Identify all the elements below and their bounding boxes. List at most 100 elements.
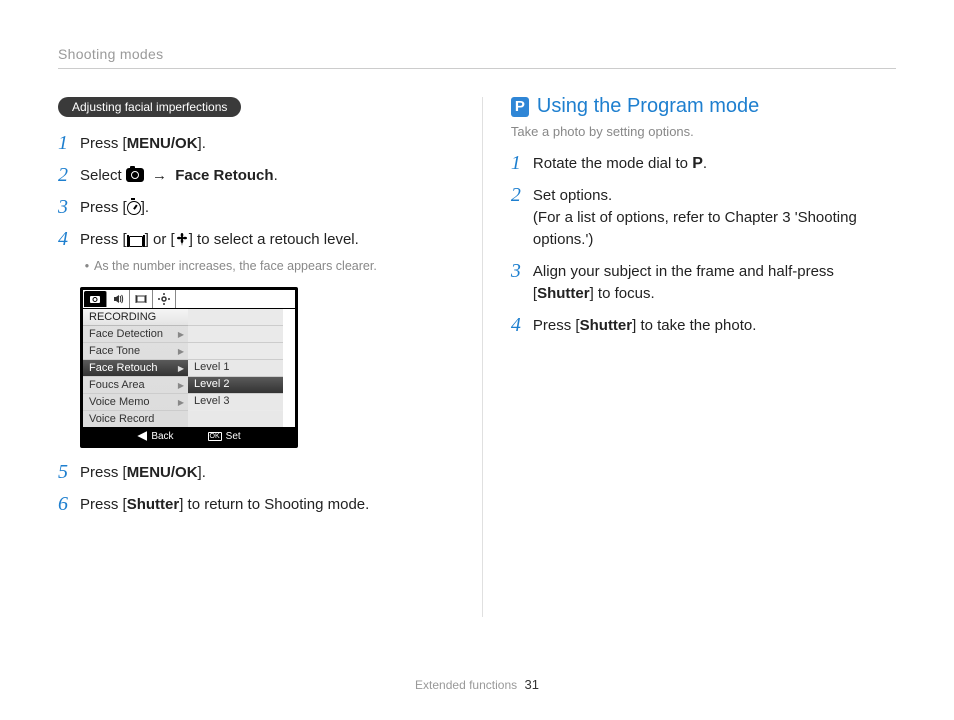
step-text: Press [MENU/OK]. xyxy=(80,462,206,484)
step-text: Press [Shutter] to return to Shooting mo… xyxy=(80,494,369,516)
step-number: 3 xyxy=(511,261,533,281)
page-number: 31 xyxy=(524,677,538,692)
step-text: Press [] or [] to select a retouch level… xyxy=(80,229,377,277)
menu-section-title: RECORDING xyxy=(83,309,188,326)
program-mode-icon: P xyxy=(511,97,529,117)
step-r3: 3 Align your subject in the frame and ha… xyxy=(511,261,896,305)
chevron-right-icon: ▶ xyxy=(178,398,184,407)
text: ] to focus. xyxy=(590,285,655,302)
key-label: Shutter xyxy=(537,285,590,302)
divider xyxy=(58,68,896,69)
key-label: MENU/OK xyxy=(127,135,198,152)
step-number: 2 xyxy=(511,185,533,205)
footer-set: OK Set xyxy=(208,431,241,442)
step-1: 1 Press [MENU/OK]. xyxy=(58,133,454,155)
key-label: MENU/OK xyxy=(127,464,198,481)
menu-screenshot: RECORDING Face Detection ▶ Face Tone ▶ Fac… xyxy=(80,287,298,448)
submenu-blank xyxy=(188,410,283,411)
step-5: 5 Press [MENU/OK]. xyxy=(58,462,454,484)
text: . xyxy=(703,155,707,172)
step-number: 1 xyxy=(58,133,80,153)
footer-back: Back xyxy=(137,431,173,442)
program-subtitle: Take a photo by setting options. xyxy=(511,124,896,139)
footer-set-label: Set xyxy=(226,431,241,442)
step-number: 6 xyxy=(58,494,80,514)
menu-row-label: Face Retouch xyxy=(89,362,157,374)
left-column: Adjusting facial imperfections 1 Press [… xyxy=(58,97,482,617)
step-number: 1 xyxy=(511,153,533,173)
key-label: Shutter xyxy=(580,317,633,334)
step-text: Set options. (For a list of options, ref… xyxy=(533,185,896,251)
menu-row: Voice Memo ▶ xyxy=(83,394,188,411)
menu-row-label: Face Tone xyxy=(89,345,140,357)
step-text: Press [MENU/OK]. xyxy=(80,133,206,155)
text: ]. xyxy=(141,199,149,216)
text: Press [ xyxy=(80,135,127,152)
step-r4: 4 Press [Shutter] to take the photo. xyxy=(511,315,896,337)
text: ] to return to Shooting mode. xyxy=(179,496,369,513)
macro-icon xyxy=(175,233,189,247)
text: Press [ xyxy=(80,464,127,481)
submenu-row-selected: Level 2 xyxy=(188,377,283,394)
tab-sound-icon xyxy=(107,290,130,308)
menu-row-selected: Face Retouch ▶ xyxy=(83,360,188,377)
step-4: 4 Press [] or [] to select a retouch lev… xyxy=(58,229,454,277)
menu-row-label: Voice Record xyxy=(89,413,154,425)
note-text: As the number increases, the face appear… xyxy=(94,255,377,277)
page-footer: Extended functions 31 xyxy=(0,677,954,692)
text: ] to take the photo. xyxy=(632,317,756,334)
text: Select xyxy=(80,167,126,184)
menu-row-label: Foucs Area xyxy=(89,379,145,391)
chevron-right-icon: ▶ xyxy=(178,330,184,339)
menu-footer: Back OK Set xyxy=(83,427,295,445)
step-6: 6 Press [Shutter] to return to Shooting … xyxy=(58,494,454,516)
mode-dial-p-icon: P xyxy=(692,153,703,175)
display-icon xyxy=(127,235,145,247)
step-r1: 1 Rotate the mode dial to P. xyxy=(511,153,896,175)
menu-right-pane: Level 1 Level 2 Level 3 xyxy=(188,309,283,427)
columns: Adjusting facial imperfections 1 Press [… xyxy=(58,97,896,617)
program-heading: P Using the Program mode xyxy=(511,95,896,118)
chevron-right-icon: ▶ xyxy=(178,364,184,373)
submenu-blank xyxy=(188,326,283,343)
text: . xyxy=(274,167,278,184)
text: Rotate the mode dial to xyxy=(533,155,692,172)
ok-icon: OK xyxy=(208,432,222,441)
menu-label: Face Retouch xyxy=(175,167,273,184)
submenu-blank xyxy=(188,343,283,360)
text: ]. xyxy=(198,135,206,152)
text: (For a list of options, refer to Chapter… xyxy=(533,207,896,251)
submenu-row: Level 1 xyxy=(188,360,283,377)
step-text: Align your subject in the frame and half… xyxy=(533,261,896,305)
arrow-icon: → xyxy=(152,167,167,184)
step-number: 2 xyxy=(58,165,80,185)
step-number: 5 xyxy=(58,462,80,482)
text: ] to select a retouch level. xyxy=(189,231,359,248)
chevron-right-icon: ▶ xyxy=(178,347,184,356)
menu-row-label: Face Detection xyxy=(89,328,163,340)
right-column: P Using the Program mode Take a photo by… xyxy=(482,97,896,617)
text: Set options. xyxy=(533,185,896,207)
menu-row-label: Voice Memo xyxy=(89,396,150,408)
tab-display-icon xyxy=(130,290,153,308)
menu-row: Face Tone ▶ xyxy=(83,343,188,360)
tab-empty xyxy=(176,290,198,308)
chevron-right-icon: ▶ xyxy=(178,381,184,390)
step-number: 4 xyxy=(511,315,533,335)
bullet-icon: • xyxy=(80,255,94,277)
tab-settings-icon xyxy=(153,290,176,308)
camera-icon xyxy=(126,168,144,182)
tab-camera-icon xyxy=(84,291,107,307)
step-3: 3 Press []. xyxy=(58,197,454,219)
step-number: 4 xyxy=(58,229,80,249)
step-text: Select → Face Retouch. xyxy=(80,165,278,187)
step-note: • As the number increases, the face appe… xyxy=(80,255,377,277)
footer-back-label: Back xyxy=(151,431,173,442)
program-title: Using the Program mode xyxy=(537,95,759,118)
text: Press [ xyxy=(533,317,580,334)
text: Press [ xyxy=(80,231,127,248)
text: Press [ xyxy=(80,496,127,513)
submenu-blank xyxy=(188,309,283,326)
menu-body: RECORDING Face Detection ▶ Face Tone ▶ Fac… xyxy=(83,309,295,427)
key-label: Shutter xyxy=(127,496,180,513)
